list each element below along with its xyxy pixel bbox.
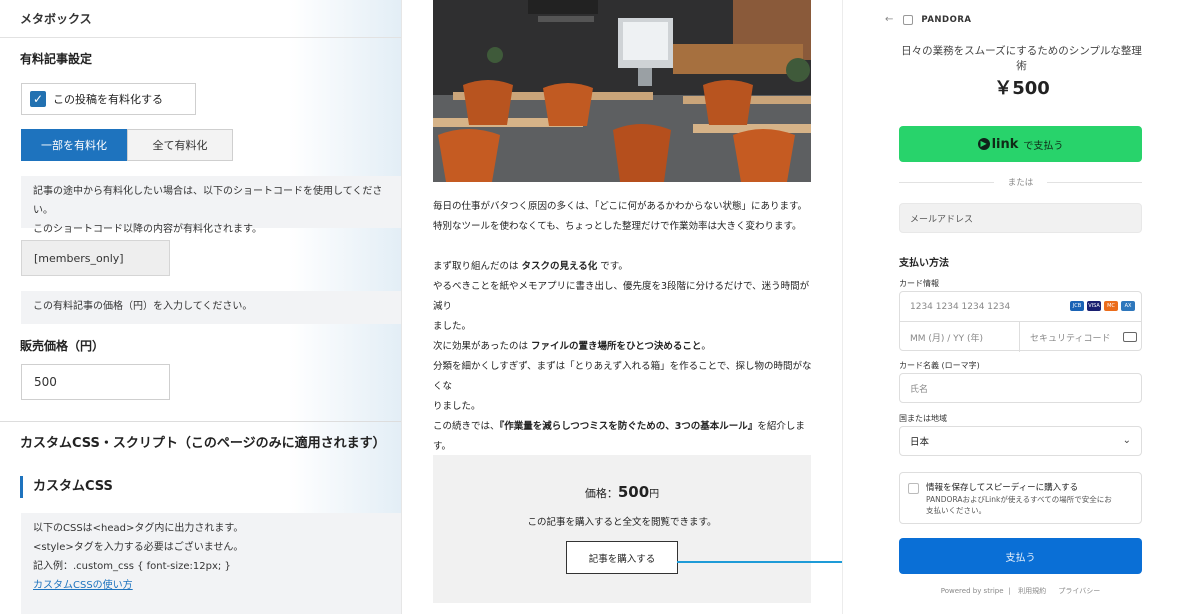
save-info-checkbox[interactable] (908, 483, 919, 494)
or-divider: または (899, 176, 1142, 188)
expiry-input[interactable]: MM (月) / YY (年) (900, 322, 1020, 352)
card-info-label: カード情報 (899, 279, 939, 288)
p2-line2: やるべきことを紙やメモアプリに書き出し、優先度を3段階に分けるだけで、迷う時間が… (433, 281, 810, 312)
metabox-header: メタボックス (0, 0, 401, 38)
custom-css-note: 以下のCSSは<head>タグ内に出力されます。 <style>タグを入力する必… (21, 513, 401, 614)
paid-checkbox-label: この投稿を有料化する (53, 93, 163, 106)
shortcode-note-line1: 記事の途中から有料化したい場合は、以下のショートコードを使用してください。 (33, 186, 383, 216)
section-divider (0, 421, 401, 422)
save-info-title: 情報を保存してスピーディーに購入する (926, 483, 1079, 493)
paid-checkbox-row[interactable]: ✓ この投稿を有料化する (21, 83, 196, 115)
p1-line1: 毎日の仕事がバタつく原因の多くは、「どこに何があるかわからない状態」にあります。 (433, 201, 808, 212)
p2-line1: まず取り組んだのは タスクの見える化 です。 (433, 261, 628, 272)
stripe-checkout: ← PANDORA 日々の業務をスムーズにするためのシンプルな整理術 ￥500 … (842, 0, 1200, 614)
product-name: 日々の業務をスムーズにするためのシンプルな整理術 (901, 45, 1142, 72)
link-logo: ▶ link (977, 137, 1018, 152)
country-select[interactable]: 日本 ⌄ (899, 426, 1142, 456)
merchant-name: PANDORA (921, 14, 972, 25)
checkbox-checked-icon[interactable]: ✓ (30, 91, 46, 107)
price-note-text: この有料記事の価格（円）を入力してください。 (33, 301, 253, 312)
tab-all-paid[interactable]: 全て有料化 (127, 129, 233, 161)
p3-line2: 分類を細かくしすぎず、まずは「とりあえず入れる箱」を作ることで、探し物の時間がな… (433, 361, 812, 392)
email-input[interactable]: メールアドレス (899, 203, 1142, 233)
paywall-description: この記事を購入すると全文を閲覧できます。 (527, 517, 717, 528)
link-arrow-icon: ▶ (977, 138, 990, 150)
custom-css-subtitle: カスタムCSS (20, 476, 113, 498)
buy-article-button[interactable]: 記事を購入する (566, 541, 678, 574)
article-paragraph-4: この続きでは、『作業量を減らしつつミスを防ぐための、3つの基本ルール』を紹介しま… (433, 417, 813, 457)
price-label: 販売価格（円） (20, 339, 105, 353)
paid-settings-title: 有料記事設定 (20, 52, 93, 66)
card-brand-icons: JCB VISA MC AX (1070, 301, 1135, 311)
p3-line1: 次に効果があったのは ファイルの置き場所をひとつ決めること。 (433, 341, 711, 352)
cvc-input[interactable]: セキュリティコード (1020, 322, 1143, 352)
p2-line3: ました。 (433, 321, 472, 332)
shortcode-value[interactable]: [members_only] (21, 240, 170, 276)
custom-css-section-title: カスタムCSS・スクリプト（このページのみに適用されます） (20, 436, 386, 451)
save-info-description: PANDORAおよびLinkが使えるすべての場所で安全にお 支払いください。 (926, 495, 1112, 515)
custom-css-help-link[interactable]: カスタムCSSの使い方 (33, 576, 390, 595)
paid-mode-tabs: 一部を有料化 全て有料化 (21, 129, 233, 161)
price-input[interactable]: 500 (21, 364, 170, 400)
payment-method-title: 支払い方法 (899, 258, 949, 269)
link-pay-button[interactable]: ▶ link で支払う (899, 126, 1142, 162)
pay-button[interactable]: 支払う (899, 538, 1142, 574)
article-preview: 毎日の仕事がバタつく原因の多くは、「どこに何があるかわからない状態」にあります。… (402, 0, 842, 614)
tab-partial-paid[interactable]: 一部を有料化 (21, 129, 127, 161)
card-input-group: 1234 1234 1234 1234 JCB VISA MC AX MM (月… (899, 291, 1143, 352)
p4-line1: この続きでは、『作業量を減らしつつミスを防ぐための、3つの基本ルール』を紹介しま… (433, 421, 805, 452)
visa-icon: VISA (1087, 301, 1101, 311)
office-illustration (433, 0, 811, 182)
store-icon (903, 14, 914, 25)
article-paragraph-3: 次に効果があったのは ファイルの置き場所をひとつ決めること。 分類を細かくしすぎ… (433, 337, 813, 417)
checkout-header: ← PANDORA (885, 14, 971, 25)
metabox-panel: メタボックス 有料記事設定 ✓ この投稿を有料化する 一部を有料化 全て有料化 … (0, 0, 402, 614)
p1-line2: 特別なツールを使わなくても、ちょっとした整理だけで作業効率は大きく変わります。 (433, 221, 802, 232)
card-number-input[interactable]: 1234 1234 1234 1234 JCB VISA MC AX (900, 292, 1141, 322)
jcb-icon: JCB (1070, 301, 1084, 311)
card-name-label: カード名義 (ローマ字) (899, 361, 980, 370)
link-pay-label: で支払う (1023, 140, 1064, 152)
total-amount: ￥500 (994, 78, 1050, 99)
privacy-link[interactable]: プライバシー (1058, 587, 1100, 595)
paywall-box: 価格：500円 この記事を購入すると全文を閲覧できます。 記事を購入する (433, 455, 811, 603)
mastercard-icon: MC (1104, 301, 1118, 311)
article-paragraph-2: まず取り組んだのは タスクの見える化 です。 やるべきことを紙やメモアプリに書き… (433, 257, 813, 337)
chevron-down-icon: ⌄ (1122, 435, 1131, 446)
cvc-card-icon (1123, 332, 1137, 342)
powered-by-stripe[interactable]: Powered by stripe (941, 587, 1004, 595)
checkout-footer: Powered by stripe | 利用規約 プライバシー (940, 587, 1101, 595)
paywall-price: 価格：500円 (584, 483, 660, 501)
office-photo (433, 0, 811, 182)
p3-line3: りました。 (433, 401, 481, 412)
article-paragraph-1: 毎日の仕事がバタつく原因の多くは、「どこに何があるかわからない状態」にあります。… (433, 197, 813, 237)
css-note-line3: 記入例：.custom_css { font-size:12px; } (33, 561, 231, 572)
save-info-box: 情報を保存してスピーディーに購入する PANDORAおよびLinkが使えるすべて… (899, 472, 1142, 524)
css-note-line1: 以下のCSSは<head>タグ内に出力されます。 (33, 523, 244, 534)
shortcode-note-line2: このショートコード以降の内容が有料化されます。 (33, 224, 262, 235)
price-note: この有料記事の価格（円）を入力してください。 (21, 291, 401, 324)
back-arrow-icon[interactable]: ← (885, 14, 893, 25)
amex-icon: AX (1121, 301, 1135, 311)
shortcode-note: 記事の途中から有料化したい場合は、以下のショートコードを使用してください。 この… (21, 176, 401, 235)
country-label: 国または地域 (899, 414, 947, 423)
terms-link[interactable]: 利用規約 (1018, 587, 1046, 595)
css-note-line2: <style>タグを入力する必要はございません。 (33, 542, 244, 553)
card-name-input[interactable]: 氏名 (899, 373, 1142, 403)
